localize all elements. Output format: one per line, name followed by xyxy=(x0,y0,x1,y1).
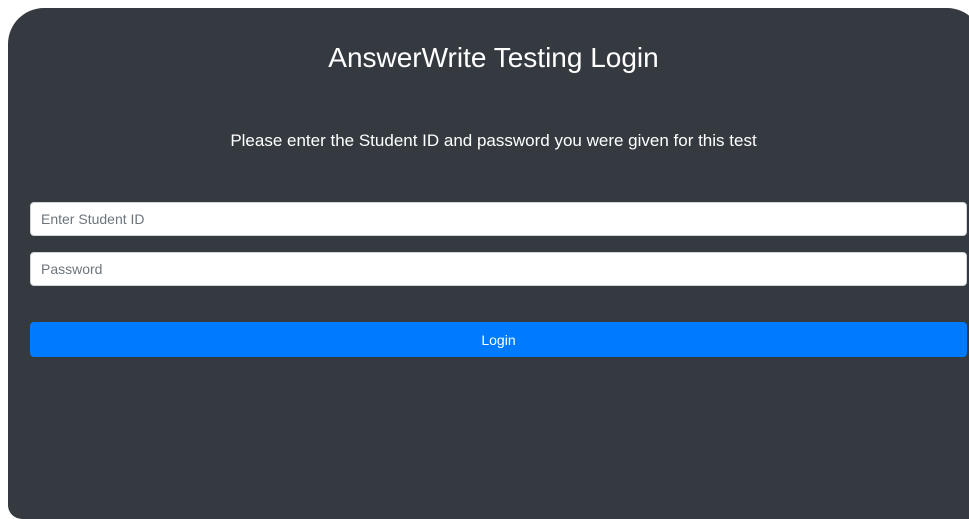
login-card: AnswerWrite Testing Login Please enter t… xyxy=(8,8,969,519)
password-input[interactable] xyxy=(30,252,967,286)
login-button[interactable]: Login xyxy=(30,322,967,357)
student-id-input[interactable] xyxy=(30,202,967,236)
login-instructions: Please enter the Student ID and password… xyxy=(230,131,757,150)
page-title: AnswerWrite Testing Login xyxy=(328,42,659,73)
